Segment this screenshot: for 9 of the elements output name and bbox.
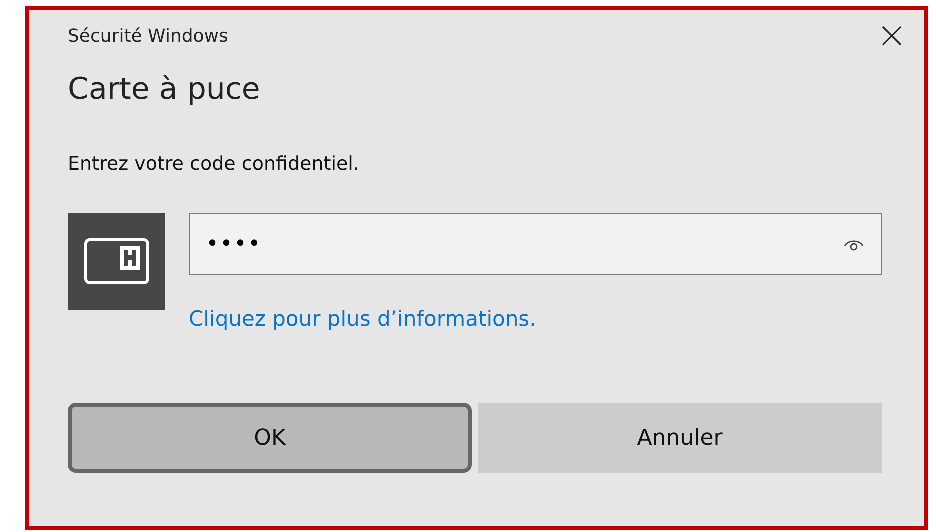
dialog-button[interactable]: Annuler bbox=[478, 403, 882, 473]
prompt-text: Entrez votre code confidentiel. bbox=[68, 153, 361, 175]
dialog-heading: Carte à puce bbox=[68, 72, 262, 107]
smart-card-icon bbox=[68, 213, 165, 310]
dialog-button[interactable]: OK bbox=[68, 403, 472, 473]
pin-field[interactable]: •••• bbox=[189, 213, 882, 275]
close-icon[interactable] bbox=[882, 26, 902, 46]
more-info-link[interactable]: Cliquez pour plus d’informations. bbox=[189, 307, 882, 331]
window-title: Sécurité Windows bbox=[68, 26, 228, 46]
